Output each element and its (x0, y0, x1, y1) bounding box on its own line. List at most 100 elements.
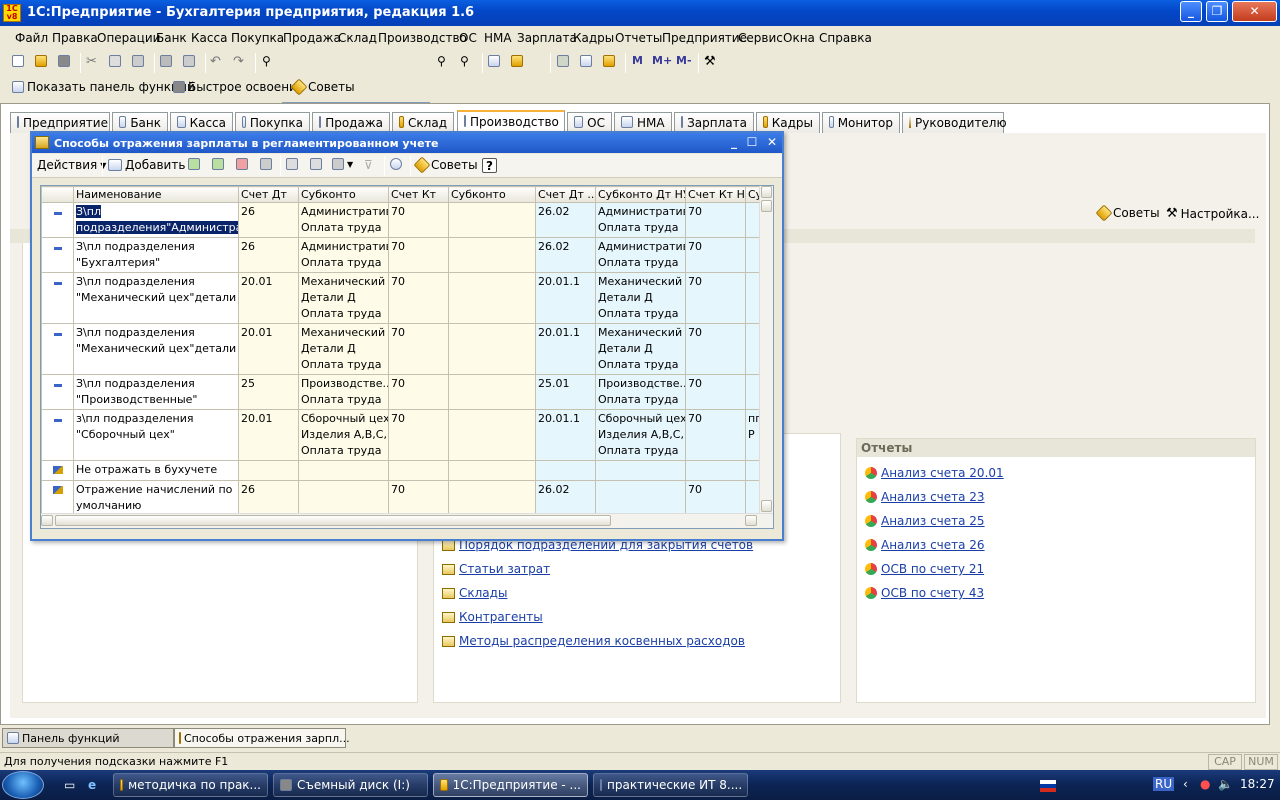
quick-learning-button[interactable]: Быстрое освоение (173, 80, 304, 94)
cell-account-kt-nu[interactable]: 70 (685, 409, 746, 461)
report-link-osv-43[interactable]: ОСВ по счету 43 (865, 586, 984, 600)
tab-purchase[interactable]: Покупка (235, 112, 310, 133)
cell-subconto-dt-nu[interactable]: Механический ... Детали Д Оплата труда (595, 272, 686, 324)
cell-subconto-kt[interactable] (448, 374, 536, 410)
cell-subconto-dt-nu[interactable] (595, 480, 686, 516)
cell-name[interactable]: З\плподразделения"Администрац... (73, 202, 239, 238)
menu-os[interactable]: ОС (459, 31, 477, 45)
cell-subconto-kt[interactable] (448, 323, 536, 375)
cell-account-dt-nu[interactable]: 26.02 (535, 480, 596, 516)
cell-subconto-kt[interactable] (448, 460, 536, 481)
user-icon[interactable] (603, 54, 619, 70)
paste-icon[interactable] (132, 54, 148, 70)
table-row[interactable]: З\плподразделения"Администрац...26 Админи… (41, 202, 770, 238)
cell-account-dt-nu[interactable]: 20.01.1 (535, 272, 596, 324)
find-icon[interactable]: ⚲ (262, 54, 278, 70)
cell-account-kt[interactable]: 70 (388, 409, 449, 461)
cell-account-dt-nu[interactable]: 20.01.1 (535, 323, 596, 375)
cell-account-kt[interactable] (388, 460, 449, 481)
edit-button[interactable] (260, 158, 272, 170)
cell-name[interactable]: З\пл подразделения "Механический цех"дета… (73, 323, 239, 375)
find-next-icon[interactable]: ⚲ (437, 54, 453, 70)
cell-account-dt-nu[interactable] (535, 460, 596, 481)
cell-subconto[interactable] (298, 460, 389, 481)
redo-icon[interactable]: ↷ (233, 54, 249, 70)
copy-row-button[interactable] (212, 158, 224, 170)
cell-account-kt-nu[interactable]: 70 (685, 237, 746, 273)
col-account-dt-nu[interactable]: Счет Дт ... (535, 186, 596, 203)
report-link-25[interactable]: Анализ счета 25 (865, 514, 985, 528)
cell-subconto-kt[interactable] (448, 409, 536, 461)
refresh-button[interactable] (390, 158, 402, 170)
volume-icon[interactable]: 🔈 (1218, 777, 1233, 791)
cell-subconto[interactable]: Административ... Оплата труда (298, 202, 389, 238)
ie-icon[interactable]: e (82, 773, 106, 797)
scroll-left-icon[interactable] (41, 515, 53, 526)
cell-name[interactable]: Не отражать в бухучете (73, 460, 239, 481)
window-tab-function-panel[interactable]: Панель функций (2, 728, 174, 748)
panel-settings-button[interactable]: ⚒ Настройка... (1166, 206, 1259, 221)
taskbar-button-disk[interactable]: Съемный диск (I:) (273, 773, 428, 797)
cell-subconto-kt[interactable] (448, 272, 536, 324)
menu-cash[interactable]: Касса (191, 31, 227, 45)
tab-salary[interactable]: Зарплата (674, 112, 754, 133)
menu-operations[interactable]: Операции (97, 31, 160, 45)
cell-account-dt[interactable] (238, 460, 299, 481)
tray-expand-icon[interactable]: ‹ (1183, 777, 1188, 791)
cell-account-kt-nu[interactable]: 70 (685, 480, 746, 516)
cell-account-kt[interactable]: 70 (388, 374, 449, 410)
cell-account-dt[interactable]: 25 (238, 374, 299, 410)
col-account-dt[interactable]: Счет Дт (238, 186, 299, 203)
tools-icon[interactable]: ⚒ (704, 54, 720, 70)
cell-account-kt[interactable]: 70 (388, 272, 449, 324)
cut-icon[interactable]: ✂ (86, 54, 102, 70)
language-indicator[interactable]: RU (1153, 777, 1175, 791)
tab-nma[interactable]: НМА (614, 112, 672, 133)
add-button[interactable]: Добавить (108, 158, 185, 172)
cell-subconto[interactable]: Сборочный цех... Изделия А,В,С,... Оплата … (298, 409, 389, 461)
cell-account-kt-nu[interactable]: 70 (685, 323, 746, 375)
table-row[interactable]: З\пл подразделения "Механический цех"дета… (41, 323, 770, 375)
cell-subconto[interactable]: Производстве... Оплата труда (298, 374, 389, 410)
col-subconto-kt[interactable]: Субконто (448, 186, 536, 203)
antivirus-icon[interactable]: ● (1200, 777, 1210, 791)
menu-salary[interactable]: Зарплата (517, 31, 577, 45)
menu-service[interactable]: Сервис (738, 31, 783, 45)
close-button[interactable]: ✕ (1232, 1, 1277, 22)
cell-name[interactable]: Отражение начислений по умолчанию (73, 480, 239, 516)
taskbar-button-manual[interactable]: методичка по прак... (113, 773, 268, 797)
table-row[interactable]: Не отражать в бухучете (41, 460, 770, 481)
tab-bank[interactable]: Банк (112, 112, 168, 133)
cell-account-dt[interactable]: 20.01 (238, 409, 299, 461)
ref-link-warehouses[interactable]: Склады (442, 586, 507, 600)
clear-filter-button[interactable]: ⊽ (364, 158, 373, 172)
cell-name[interactable]: з\пл подразделения "Сборочный цех" (73, 409, 239, 461)
show-panel-button[interactable]: Показать панель функций (12, 80, 195, 94)
copy-icon[interactable] (109, 54, 125, 70)
cell-name[interactable]: З\пл подразделения "Производственные" (73, 374, 239, 410)
memory-icon[interactable]: M (632, 54, 648, 70)
report-link-20-01[interactable]: Анализ счета 20.01 (865, 466, 1004, 480)
table-row[interactable]: З\пл подразделения "Производственные" 25 Пр… (41, 374, 770, 410)
cell-account-dt[interactable]: 20.01 (238, 323, 299, 375)
report-link-26[interactable]: Анализ счета 26 (865, 538, 985, 552)
save-icon[interactable] (58, 54, 74, 70)
col-account-kt[interactable]: Счет Кт (388, 186, 449, 203)
menu-help[interactable]: Справка (819, 31, 872, 45)
cell-account-dt-nu[interactable]: 26.02 (535, 237, 596, 273)
hierarchy-button[interactable] (286, 158, 298, 170)
tab-cash[interactable]: Касса (170, 112, 233, 133)
menu-file[interactable]: Файл (15, 31, 48, 45)
menu-bank[interactable]: Банк (156, 31, 187, 45)
cell-subconto-dt-nu[interactable]: Механический ... Детали Д Оплата труда (595, 323, 686, 375)
cell-account-dt-nu[interactable]: 20.01.1 (535, 409, 596, 461)
dialog-close-button[interactable]: ✕ (764, 135, 780, 150)
cell-subconto-kt[interactable] (448, 237, 536, 273)
find-prev-icon[interactable]: ⚲ (460, 54, 476, 70)
actions-menu-button[interactable]: Действия ▼ (37, 158, 106, 172)
taskbar-button-word[interactable]: практические ИТ 8.... (593, 773, 748, 797)
memory-minus-icon[interactable]: M- (676, 54, 698, 70)
open-icon[interactable] (35, 54, 51, 70)
vertical-scrollbar[interactable] (759, 186, 773, 514)
tab-os[interactable]: ОС (567, 112, 612, 133)
